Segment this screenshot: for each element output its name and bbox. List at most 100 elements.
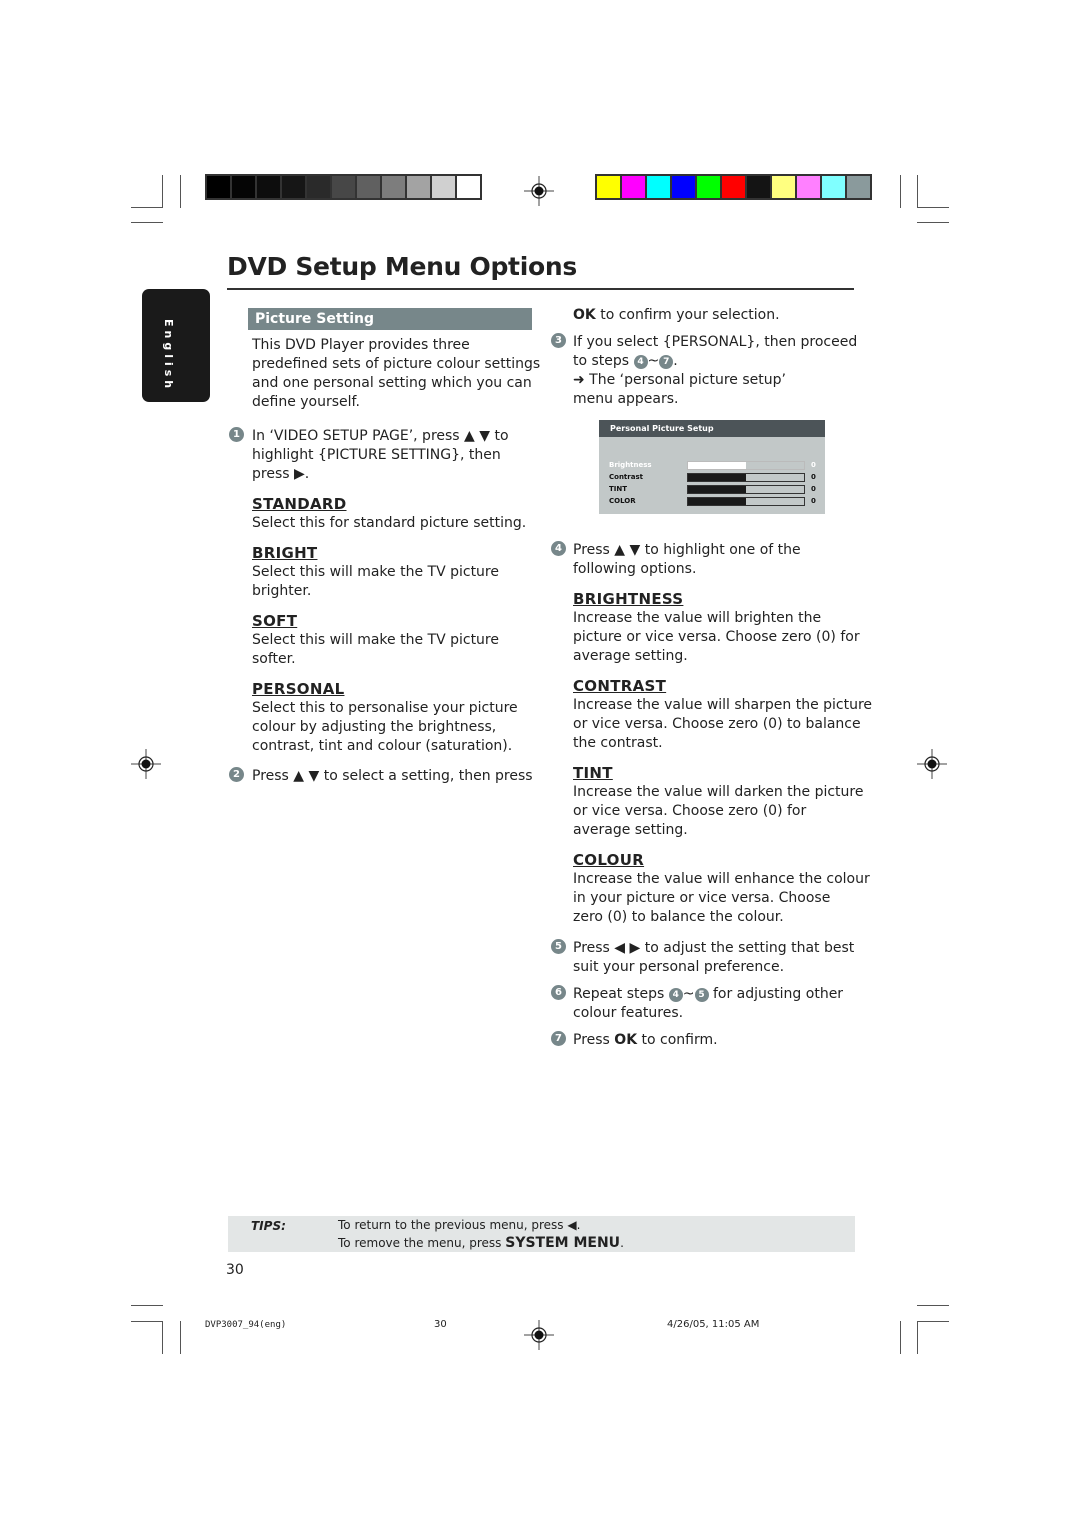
grayscale-swatch [382,176,405,198]
text-line: predefined sets of picture colour settin… [252,356,541,372]
ok-key-label: OK [573,307,596,323]
text-line: Repeat steps 4 ~5 for adjusting other [573,985,843,1004]
osd-level-fill [688,486,746,493]
crop-mark [180,175,181,208]
footer-page: 30 [434,1319,447,1330]
osd-row-color: COLOR 0 [609,496,821,507]
grayscale-swatch [432,176,455,198]
step-reference-badge: 5 [694,988,709,1002]
osd-row-contrast: Contrast 0 [609,472,821,483]
personal-picture-setup-menu: Personal Picture Setup Brightness 0 Cont… [599,420,825,514]
osd-level-bar [687,473,805,482]
text-line: Select this will make the TV picture [252,632,499,648]
text-fragment: to steps [573,353,634,369]
text-line: menu appears. [573,391,679,407]
ok-key-label: OK [614,1032,638,1048]
color-swatch [797,176,820,198]
intro-paragraph: This DVD Player provides three predefine… [252,336,540,412]
color-swatch [772,176,795,198]
step-5-text: Press ◀ ▶ to adjust the setting that bes… [573,939,854,977]
text-line: softer. [252,651,296,667]
osd-level-fill [688,474,746,481]
osd-value: 0 [811,473,816,481]
color-swatch [622,176,645,198]
language-label: English [162,319,175,393]
step-number-badge: 3 [551,333,566,348]
grayscale-swatch [257,176,280,198]
step-6-text: Repeat steps 4 ~5 for adjusting other col… [573,985,843,1023]
step-2-text: Press ▲ ▼ to select a setting, then pres… [252,768,533,784]
text-line: zero (0) to balance the colour. [573,909,784,925]
text-line: Select this will make the TV picture [252,564,499,580]
option-desc-standard: Select this for standard picture setting… [252,514,526,533]
grayscale-swatch [207,176,230,198]
step-number-badge: 5 [551,939,566,954]
osd-level-fill [688,462,746,469]
option-desc-soft: Select this will make the TV picture sof… [252,631,499,669]
tips-line: To return to the previous menu, press ◀. [338,1218,581,1232]
color-swatch [672,176,695,198]
text-fragment: To remove the menu, press [338,1236,506,1250]
page-number: 30 [226,1262,244,1278]
text-line: Press ◀ ▶ to adjust the setting that bes… [573,940,855,956]
grayscale-swatch [232,176,255,198]
color-swatch [722,176,745,198]
crop-mark [162,1321,163,1354]
option-heading-standard: STANDARD [252,495,347,513]
option-heading-bright: BRIGHT [252,544,318,562]
registration-mark-icon [917,749,947,779]
color-swatch [747,176,770,198]
text-line: picture or vice versa. Choose zero (0) f… [573,629,860,645]
text-line: to steps 4 ~7. [573,352,857,371]
text-line: average setting. [573,822,688,838]
text-line: define yourself. [252,394,360,410]
step-4-text: Press ▲ ▼ to highlight one of the follow… [573,541,801,579]
text-line: or vice versa. Choose zero (0) to balanc… [573,716,861,732]
text-line: Increase the value will enhance the colo… [573,871,870,887]
option-heading-personal: PERSONAL [252,680,345,698]
text-line: press ▶. [252,466,310,482]
crop-mark [131,222,163,223]
text-fragment: ~ [647,353,660,369]
osd-title: Personal Picture Setup [599,420,825,437]
osd-row-tint: TINT 0 [609,484,821,495]
option-heading-colour: COLOUR [573,851,645,869]
text-line: to confirm your selection. [595,307,780,323]
grayscale-swatch [282,176,305,198]
osd-level-bar [687,497,805,506]
crop-mark [900,1321,901,1354]
text-fragment: . [673,353,678,369]
text-line: Press ▲ ▼ to highlight one of the [573,542,801,558]
osd-level-bar [687,485,805,494]
text-line: highlight {PICTURE SETTING}, then [252,447,501,463]
text-fragment: for adjusting other [708,986,844,1002]
text-line: In ‘VIDEO SETUP PAGE’, press ▲ ▼ to [252,428,509,444]
osd-level-bar [687,461,805,470]
text-line: colour features. [573,1005,684,1021]
text-line: ➜ The ‘personal picture setup’ [573,372,786,388]
grayscale-swatch [357,176,380,198]
step-1-text: In ‘VIDEO SETUP PAGE’, press ▲ ▼ to high… [252,427,509,484]
osd-level-fill [688,498,746,505]
color-swatch [697,176,720,198]
step-reference-badge: 4 [633,355,648,369]
text-line: or vice versa. Choose zero (0) for [573,803,807,819]
option-desc-contrast: Increase the value will sharpen the pict… [573,696,872,753]
crop-mark [131,207,163,208]
text-line: colour by adjusting the brightness, [252,719,497,735]
osd-label: Contrast [609,473,643,481]
option-desc-brightness: Increase the value will brighten the pic… [573,609,860,666]
crop-mark [917,1321,918,1354]
text-line: Increase the value will brighten the [573,610,822,626]
text-line: in your picture or vice versa. Choose [573,890,831,906]
registration-mark-icon [524,176,554,206]
text-line: Increase the value will darken the pictu… [573,784,864,800]
text-line: brighter. [252,583,312,599]
option-desc-tint: Increase the value will darken the pictu… [573,783,863,840]
step-number-badge: 4 [551,541,566,556]
system-menu-key-label: SYSTEM MENU [505,1235,621,1251]
section-header: Picture Setting [248,308,532,330]
crop-mark [917,175,918,208]
tips-label: TIPS: [251,1219,286,1233]
color-swatch [822,176,845,198]
